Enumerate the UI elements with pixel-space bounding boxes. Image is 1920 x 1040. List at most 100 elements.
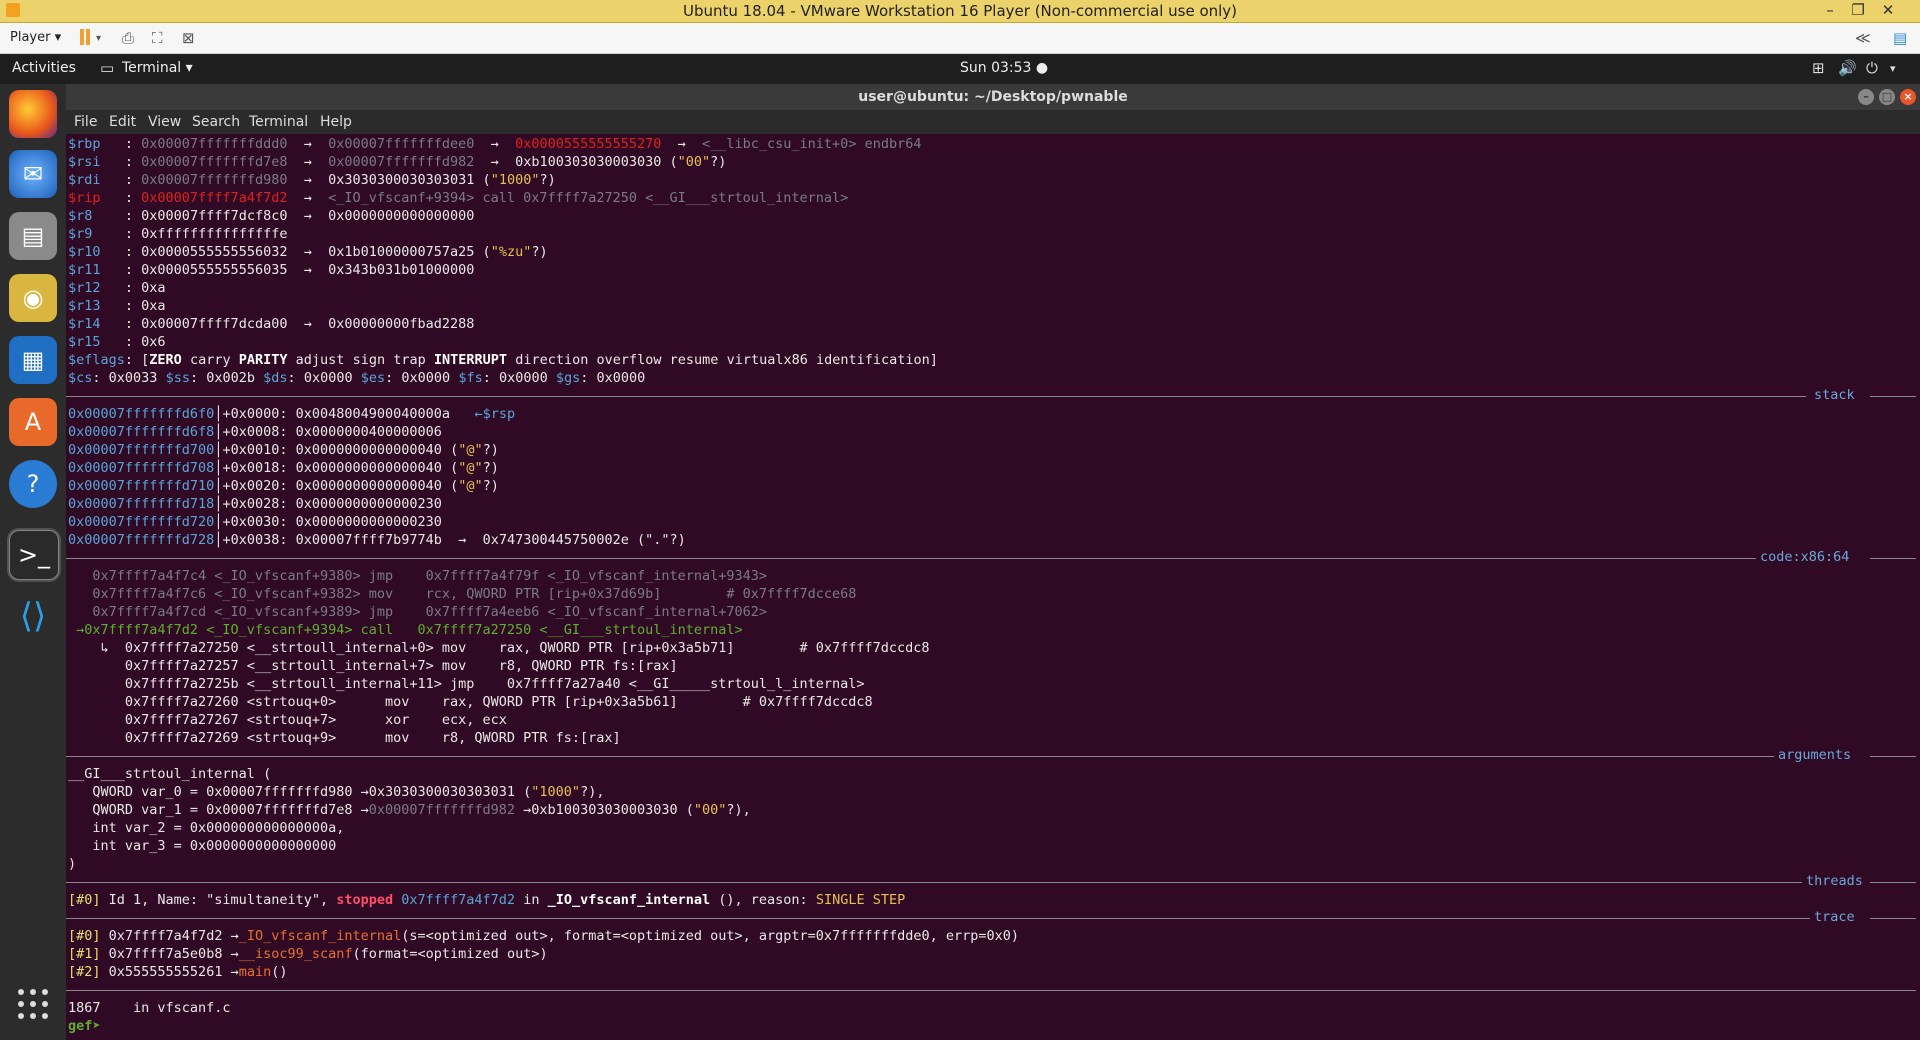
trace-frame: [#2] 0x555555555261 →main() xyxy=(68,964,288,980)
thunderbird-icon[interactable]: ✉ xyxy=(9,150,57,198)
pause-icon[interactable] xyxy=(80,29,90,45)
volume-icon[interactable]: 🔊 xyxy=(1838,59,1857,77)
gef-prompt[interactable]: gef➤ xyxy=(68,1017,109,1035)
code-line: 0x7ffff7a27267 <strtouq+7> xor ecx, ecx xyxy=(68,712,507,728)
menu-file[interactable]: File xyxy=(74,114,97,130)
show-applications-icon[interactable] xyxy=(18,989,48,1019)
register-r14: $r14 : 0x00007ffff7dcda00 → 0x00000000fb… xyxy=(68,316,475,332)
menu-help[interactable]: Help xyxy=(320,114,352,130)
separator-line xyxy=(1870,558,1916,559)
separator-code: code:x86:64 xyxy=(66,549,1920,567)
unity-icon[interactable]: ⊠ xyxy=(182,29,195,47)
section-label-code: code:x86:64 xyxy=(1760,549,1850,565)
code-line: 0x7ffff7a4f7cd <_IO_vfscanf+9389> jmp 0x… xyxy=(68,604,767,620)
terminal-maximize-icon[interactable]: □ xyxy=(1879,89,1895,105)
separator-arguments: arguments xyxy=(66,747,1920,765)
separator-stack: stack xyxy=(66,387,1920,405)
stack-row: 0x00007fffffffd718│+0x0028: 0x0000000000… xyxy=(68,496,442,512)
collapse-icon[interactable]: ≪ xyxy=(1855,29,1871,47)
arguments-close: ) xyxy=(68,856,77,872)
code-line: 0x7ffff7a27257 <__strtoull_internal+7> m… xyxy=(68,658,678,674)
terminal-output[interactable]: $rbp : 0x00007fffffffddd0 → 0x00007fffff… xyxy=(66,134,1920,1040)
section-label-arguments: arguments xyxy=(1778,747,1852,763)
menu-search[interactable]: Search xyxy=(192,114,240,130)
register-rsi: $rsi : 0x00007fffffffd7e8 → 0x00007fffff… xyxy=(68,154,727,170)
separator-line xyxy=(66,756,1774,757)
code-line: 0x7ffff7a4f7c6 <_IO_vfscanf+9382> mov rc… xyxy=(68,586,857,602)
ubuntu-dock: ✉ ▤ ◉ ▦ A ? >_ ⟨⟩ xyxy=(0,84,66,1040)
terminal-app-icon: ▭ xyxy=(100,59,115,77)
files-icon[interactable]: ▤ xyxy=(9,212,57,260)
stack-row: 0x00007fffffffd6f0│+0x0000: 0x0048004900… xyxy=(68,406,516,422)
restore-icon[interactable]: ❐ xyxy=(1848,1,1868,19)
segment-registers: $cs: 0x0033 $ss: 0x002b $ds: 0x0000 $es:… xyxy=(68,370,646,386)
register-rbp: $rbp : 0x00007fffffffddd0 → 0x00007fffff… xyxy=(68,136,922,152)
ubuntu-top-bar: Activities ▭ Terminal ▾ Sun 03:53 ● ⊞ 🔊 … xyxy=(0,54,1920,84)
register-r8: $r8 : 0x00007ffff7dcf8c0 → 0x00000000000… xyxy=(68,208,475,224)
trace-frame: [#1] 0x7ffff7a5e0b8 →__isoc99_scanf(form… xyxy=(68,946,548,962)
argument-line: QWORD var_1 = 0x00007fffffffd7e8 →0x0000… xyxy=(68,802,751,818)
terminal-menu-bar: File Edit View Search Terminal Help xyxy=(66,110,1920,134)
rhythmbox-icon[interactable]: ◉ xyxy=(9,274,57,322)
close-icon[interactable]: ✕ xyxy=(1878,1,1898,19)
section-label-trace: trace xyxy=(1814,909,1855,925)
code-line: 0x7ffff7a27269 <strtouq+9> mov r8, QWORD… xyxy=(68,730,621,746)
separator-line xyxy=(66,882,1802,883)
terminal-dock-icon[interactable]: >_ xyxy=(7,528,61,582)
separator-trace: trace xyxy=(66,909,1920,927)
code-line: 0x7ffff7a4f7c4 <_IO_vfscanf+9380> jmp 0x… xyxy=(68,568,767,584)
code-line: 0x7ffff7a2725b <__strtoull_internal+11> … xyxy=(68,676,865,692)
section-label-stack: stack xyxy=(1814,387,1855,403)
argument-line: int var_3 = 0x0000000000000000 xyxy=(68,838,337,854)
stack-row: 0x00007fffffffd6f8│+0x0008: 0x0000000400… xyxy=(68,424,442,440)
register-rip: $rip : 0x00007ffff7a4f7d2 → <_IO_vfscanf… xyxy=(68,190,849,206)
minimize-icon[interactable]: – xyxy=(1820,1,1840,19)
register-r11: $r11 : 0x0000555555556035 → 0x343b031b01… xyxy=(68,262,475,278)
power-icon[interactable]: ⏻ xyxy=(1866,59,1878,77)
libreoffice-writer-icon[interactable]: ▦ xyxy=(9,336,57,384)
register-r9: $r9 : 0xfffffffffffffffe xyxy=(68,226,288,242)
terminal-minimize-icon[interactable]: – xyxy=(1858,89,1874,105)
register-r13: $r13 : 0xa xyxy=(68,298,166,314)
send-ctrl-alt-del-icon[interactable]: ⎙ xyxy=(122,29,134,47)
separator-line xyxy=(66,396,1806,397)
code-line: 0x7ffff7a27260 <strtouq+0> mov rax, QWOR… xyxy=(68,694,873,710)
separator-line xyxy=(66,558,1756,559)
register-rdi: $rdi : 0x00007fffffffd980 → 0x3030300030… xyxy=(68,172,556,188)
menu-edit[interactable]: Edit xyxy=(109,114,136,130)
arguments-header: __GI___strtoul_internal ( xyxy=(68,766,272,782)
register-r15: $r15 : 0x6 xyxy=(68,334,166,350)
fullscreen-icon[interactable]: ⛶ xyxy=(152,29,163,47)
code-line: ↳ 0x7ffff7a27250 <__strtoull_internal+0>… xyxy=(68,640,930,656)
argument-line: int var_2 = 0x000000000000000a, xyxy=(68,820,345,836)
separator-line xyxy=(66,918,1810,919)
firefox-icon[interactable] xyxy=(9,90,57,138)
terminal-title-bar: user@ubuntu: ~/Desktop/pwnable – □ × xyxy=(66,84,1920,110)
clock[interactable]: Sun 03:53 ● xyxy=(960,60,1048,76)
thread-line: [#0] Id 1, Name: "simultaneity", stopped… xyxy=(68,892,906,908)
trace-frame: [#0] 0x7ffff7a4f7d2 →_IO_vfscanf_interna… xyxy=(68,928,1019,944)
separator-threads: threads xyxy=(66,873,1920,891)
pause-dropdown-icon[interactable]: ▾ xyxy=(96,33,101,44)
system-menu-chevron-icon[interactable]: ▾ xyxy=(1890,62,1896,75)
menu-terminal[interactable]: Terminal xyxy=(249,114,308,130)
menu-view[interactable]: View xyxy=(148,114,181,130)
separator-line xyxy=(1870,918,1916,919)
notes-icon[interactable]: ▤ xyxy=(1893,29,1907,47)
argument-line: QWORD var_0 = 0x00007fffffffd980 →0x3030… xyxy=(68,784,605,800)
player-menu[interactable]: Player ▾ xyxy=(10,30,61,45)
activities-button[interactable]: Activities xyxy=(12,60,76,76)
stack-row: 0x00007fffffffd708│+0x0018: 0x0000000000… xyxy=(68,460,499,476)
help-icon[interactable]: ? xyxy=(9,460,57,508)
software-center-icon[interactable]: A xyxy=(9,398,57,446)
app-menu[interactable]: Terminal ▾ xyxy=(122,60,193,76)
separator-end xyxy=(66,981,1920,999)
terminal-close-icon[interactable]: × xyxy=(1900,89,1916,105)
register-r12: $r12 : 0xa xyxy=(68,280,166,296)
stack-row: 0x00007fffffffd700│+0x0010: 0x0000000000… xyxy=(68,442,499,458)
network-icon[interactable]: ⊞ xyxy=(1812,59,1825,77)
section-label-threads: threads xyxy=(1806,873,1863,889)
stack-row: 0x00007fffffffd720│+0x0030: 0x0000000000… xyxy=(68,514,442,530)
register-eflags: $eflags: [ZERO carry PARITY adjust sign … xyxy=(68,352,938,368)
vscode-icon[interactable]: ⟨⟩ xyxy=(9,592,57,640)
